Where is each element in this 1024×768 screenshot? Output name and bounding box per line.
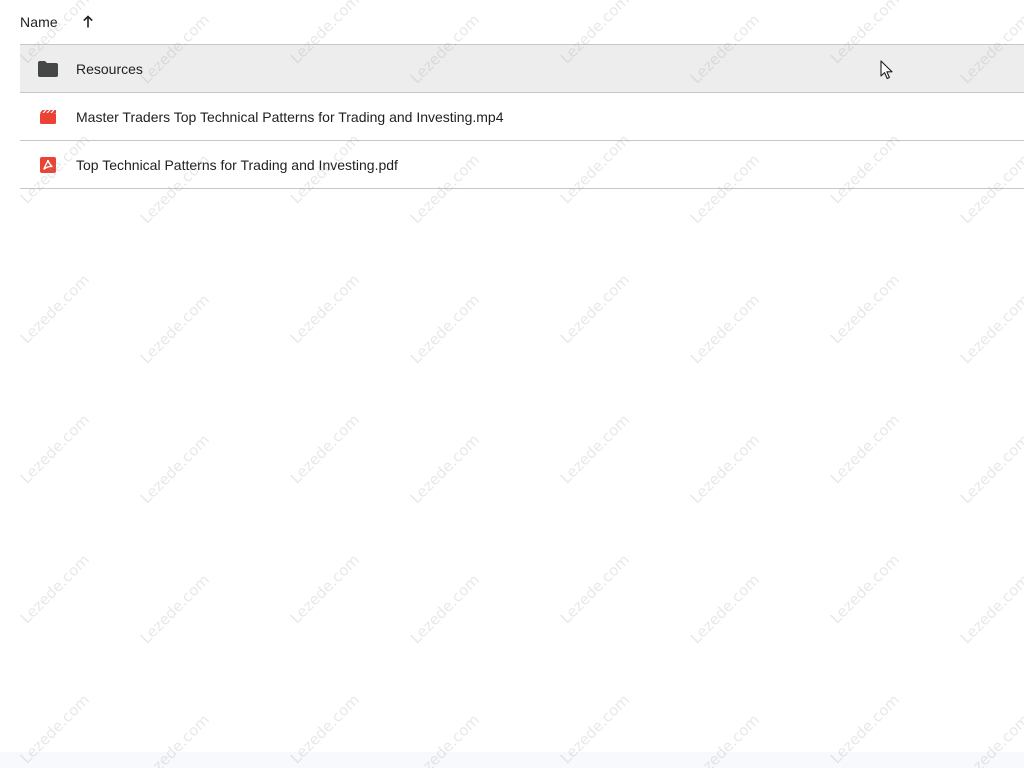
watermark-text: Lezede.com [826,410,904,488]
watermark-text: Lezede.com [686,290,764,368]
pdf-file-icon [38,155,58,175]
name-column-label: Name [20,14,58,30]
watermark-text: Lezede.com [136,430,214,508]
file-row-video[interactable]: Master Traders Top Technical Patterns fo… [20,93,1024,141]
watermark-text: Lezede.com [136,290,214,368]
sort-by-name-button[interactable]: Name [20,0,96,44]
watermark-text: Lezede.com [556,550,634,628]
watermark-text: Lezede.com [16,410,94,488]
watermark-text: Lezede.com [556,270,634,348]
arrow-up-icon[interactable] [80,14,96,30]
watermark-text: Lezede.com [956,570,1024,648]
file-name: Master Traders Top Technical Patterns fo… [76,108,504,125]
watermark-text: Lezede.com [286,410,364,488]
list-header: Name [20,0,1024,45]
video-file-icon [38,107,58,127]
watermark-text: Lezede.com [16,550,94,628]
watermark-text: Lezede.com [406,430,484,508]
watermark-text: Lezede.com [826,550,904,628]
watermark-text: Lezede.com [556,410,634,488]
folder-icon [38,59,58,79]
file-name: Top Technical Patterns for Trading and I… [76,156,398,173]
watermark-text: Lezede.com [16,270,94,348]
watermark-text: Lezede.com [826,270,904,348]
watermark-text: Lezede.com [286,550,364,628]
watermark-text: Lezede.com [136,570,214,648]
file-row-pdf[interactable]: Top Technical Patterns for Trading and I… [20,141,1024,189]
watermark-text: Lezede.com [956,290,1024,368]
file-browser: Name Resources Master Traders Top Techni… [0,0,1024,768]
watermark-text: Lezede.com [686,430,764,508]
bottom-band [0,752,1024,768]
file-name: Resources [76,60,143,77]
watermark-text: Lezede.com [406,570,484,648]
file-row-resources[interactable]: Resources [20,45,1024,93]
watermark-text: Lezede.com [286,270,364,348]
mouse-cursor-icon [880,60,893,80]
watermark-text: Lezede.com [406,290,484,368]
file-list: Resources Master Traders Top Technical P… [20,45,1024,189]
watermark-text: Lezede.com [956,430,1024,508]
watermark-text: Lezede.com [686,570,764,648]
